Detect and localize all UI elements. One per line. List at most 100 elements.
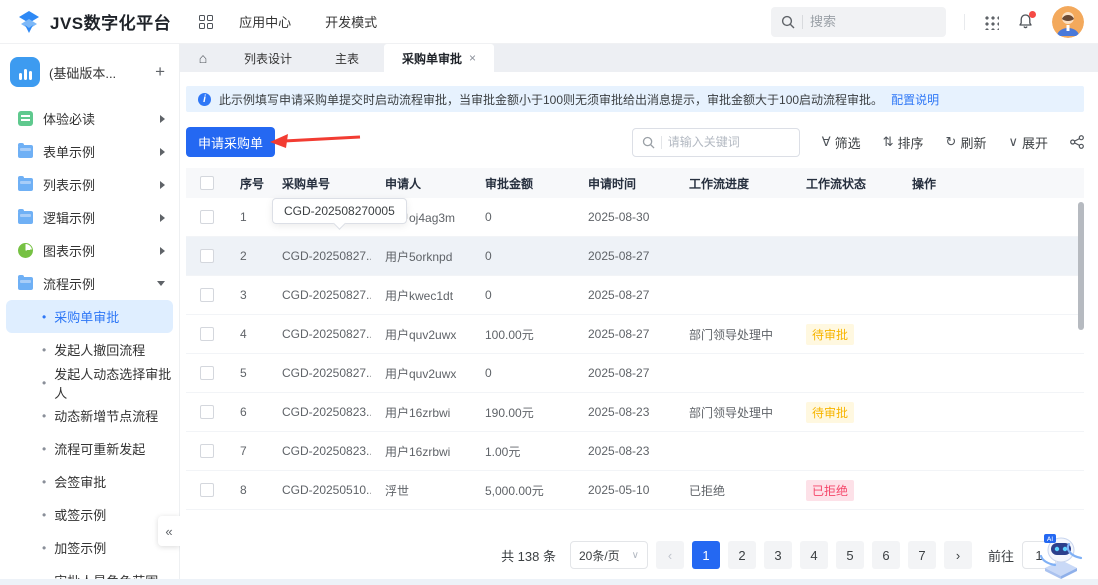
sidebar-submenu-item[interactable]: 或签示例	[6, 498, 173, 531]
global-search[interactable]	[771, 7, 946, 37]
toolbar-action-label: 排序	[898, 133, 924, 152]
home-icon[interactable]: ⌂	[180, 44, 226, 72]
cell-order-no: CGD-20250510...	[268, 483, 371, 497]
row-checkbox[interactable]	[200, 444, 214, 458]
ai-assistant-robot[interactable]: AI	[1032, 526, 1090, 585]
sidebar-submenu-item[interactable]: 发起人动态选择审批人	[6, 366, 173, 399]
sidebar-menu-item[interactable]: 流程示例	[0, 267, 179, 300]
app-logo[interactable]: JVS数字化平台	[16, 9, 171, 35]
cell-date: 2025-08-30	[574, 210, 675, 224]
cell-applicant: 用户16zrbwi	[371, 443, 471, 460]
toolbar-action[interactable]: ⇅ 排序	[883, 133, 924, 152]
page-number-button[interactable]: 6	[872, 541, 900, 569]
banner-config-link[interactable]: 配置说明	[891, 91, 939, 108]
keyword-search[interactable]	[632, 128, 800, 157]
cell-applicant: 浮世	[371, 482, 471, 499]
menu-item-icon	[18, 145, 33, 158]
row-checkbox[interactable]	[200, 327, 214, 341]
chevron-icon	[160, 181, 165, 189]
header-seq: 序号	[226, 175, 268, 192]
workspace-label[interactable]: (基础版本...	[49, 63, 146, 82]
prev-page-button[interactable]: ‹	[656, 541, 684, 569]
sidebar-menu-item[interactable]: 逻辑示例	[0, 201, 179, 234]
menu-item-label: 图表示例	[43, 241, 95, 260]
sidebar-submenu-item[interactable]: 动态新增节点流程	[6, 399, 173, 432]
cell-order-no: CGD-20250827...	[268, 366, 371, 380]
page-number-button[interactable]: 1	[692, 541, 720, 569]
table-row[interactable]: 4 CGD-20250827... 用户quv2uwx 100.00元 2025…	[186, 315, 1084, 354]
sidebar-menu-item[interactable]: 表单示例	[0, 135, 179, 168]
page-number-button[interactable]: 3	[764, 541, 792, 569]
content-tab[interactable]: 列表设计	[226, 44, 317, 72]
submenu-item-label: 动态新增节点流程	[54, 406, 158, 425]
content-tab[interactable]: 主表	[317, 44, 384, 72]
row-checkbox[interactable]	[200, 483, 214, 497]
page-number-button[interactable]: 4	[800, 541, 828, 569]
sidebar-submenu-item[interactable]: 加签示例	[6, 531, 173, 564]
sidebar-menu-item[interactable]: 列表示例	[0, 168, 179, 201]
workspace-icon[interactable]	[10, 57, 40, 87]
table-scrollbar[interactable]	[1078, 202, 1084, 330]
toolbar-action[interactable]: ∨ 展开	[1008, 133, 1048, 152]
cell-date: 2025-05-10	[574, 483, 675, 497]
table-row[interactable]: 6 CGD-20250823... 用户16zrbwi 190.00元 2025…	[186, 393, 1084, 432]
row-checkbox[interactable]	[200, 366, 214, 380]
sidebar-menu-item[interactable]: 图表示例	[0, 234, 179, 267]
submenu-item-label: 流程可重新发起	[54, 439, 145, 458]
row-checkbox[interactable]	[200, 210, 214, 224]
page-number-button[interactable]: 2	[728, 541, 756, 569]
sidebar-menu-item[interactable]: 体验必读	[0, 102, 179, 135]
cell-order-no: CGD-20250823...	[268, 444, 371, 458]
keyword-search-input[interactable]	[668, 135, 778, 149]
table-row[interactable]: 3 CGD-20250827... 用户kwec1dt 0 2025-08-27	[186, 276, 1084, 315]
table-row[interactable]: 8 CGD-20250510... 浮世 5,000.00元 2025-05-1…	[186, 471, 1084, 510]
cell-applicant: 用户quv2uwx	[371, 326, 471, 343]
notification-bell-icon[interactable]	[1017, 13, 1034, 30]
add-workspace-button[interactable]: +	[155, 62, 165, 82]
row-checkbox[interactable]	[200, 288, 214, 302]
total-count: 共 138 条	[501, 546, 556, 565]
menu-item-icon	[18, 277, 33, 290]
cell-amount: 1.00元	[471, 443, 574, 460]
sidebar-submenu-item[interactable]: 流程可重新发起	[6, 432, 173, 465]
row-checkbox[interactable]	[200, 249, 214, 263]
content-tab[interactable]: 采购单审批 ×	[384, 44, 494, 72]
sidebar-submenu-item[interactable]: 会签审批	[6, 465, 173, 498]
page-size-select[interactable]: 20条/页 ∨	[570, 541, 648, 569]
cell-seq: 3	[226, 288, 268, 302]
next-page-button[interactable]: ›	[944, 541, 972, 569]
toolbar-action[interactable]: ∀ 筛选	[822, 133, 861, 152]
sidebar-submenu-item[interactable]: 采购单审批	[6, 300, 173, 333]
annotation-arrow	[270, 134, 362, 150]
cell-progress: 部门领导处理中	[675, 326, 792, 343]
global-search-input[interactable]	[810, 14, 910, 29]
page-number-button[interactable]: 5	[836, 541, 864, 569]
pagination: 共 138 条 20条/页 ∨ ‹ 1 2 3 4	[186, 541, 1084, 569]
cell-date: 2025-08-27	[574, 249, 675, 263]
select-all-checkbox[interactable]	[200, 176, 214, 190]
share-icon[interactable]	[1070, 135, 1084, 149]
toolbar-action-icon: ∨	[1008, 134, 1018, 150]
apps-grid-icon[interactable]	[199, 15, 213, 29]
sidebar-collapse-button[interactable]: «	[158, 516, 180, 546]
table-row[interactable]: 5 CGD-20250827... 用户quv2uwx 0 2025-08-27	[186, 354, 1084, 393]
cell-progress: 已拒绝	[675, 482, 792, 499]
header-status: 工作流状态	[792, 175, 898, 192]
header-order-no: 采购单号	[268, 175, 371, 192]
top-nav-item[interactable]: 应用中心	[239, 12, 291, 31]
cell-seq: 2	[226, 249, 268, 263]
header-amount: 审批金额	[471, 175, 574, 192]
toolbar-action[interactable]: ↻ 刷新	[946, 133, 987, 152]
page-number-button[interactable]: 7	[908, 541, 936, 569]
sidebar-submenu-item[interactable]: 发起人撤回流程	[6, 333, 173, 366]
apply-purchase-order-button[interactable]: 申请采购单	[186, 127, 275, 157]
menu-item-label: 流程示例	[43, 274, 95, 293]
table-row[interactable]: 7 CGD-20250823... 用户16zrbwi 1.00元 2025-0…	[186, 432, 1084, 471]
top-nav-item[interactable]: 开发模式	[325, 12, 377, 31]
table-row[interactable]: 2 CGD-20250827... 用户5orknpd 0 2025-08-27	[186, 237, 1084, 276]
row-checkbox[interactable]	[200, 405, 214, 419]
app-launcher-icon[interactable]	[983, 14, 999, 30]
tab-close-icon[interactable]: ×	[469, 51, 476, 65]
cell-date: 2025-08-23	[574, 444, 675, 458]
user-avatar[interactable]	[1052, 6, 1084, 38]
